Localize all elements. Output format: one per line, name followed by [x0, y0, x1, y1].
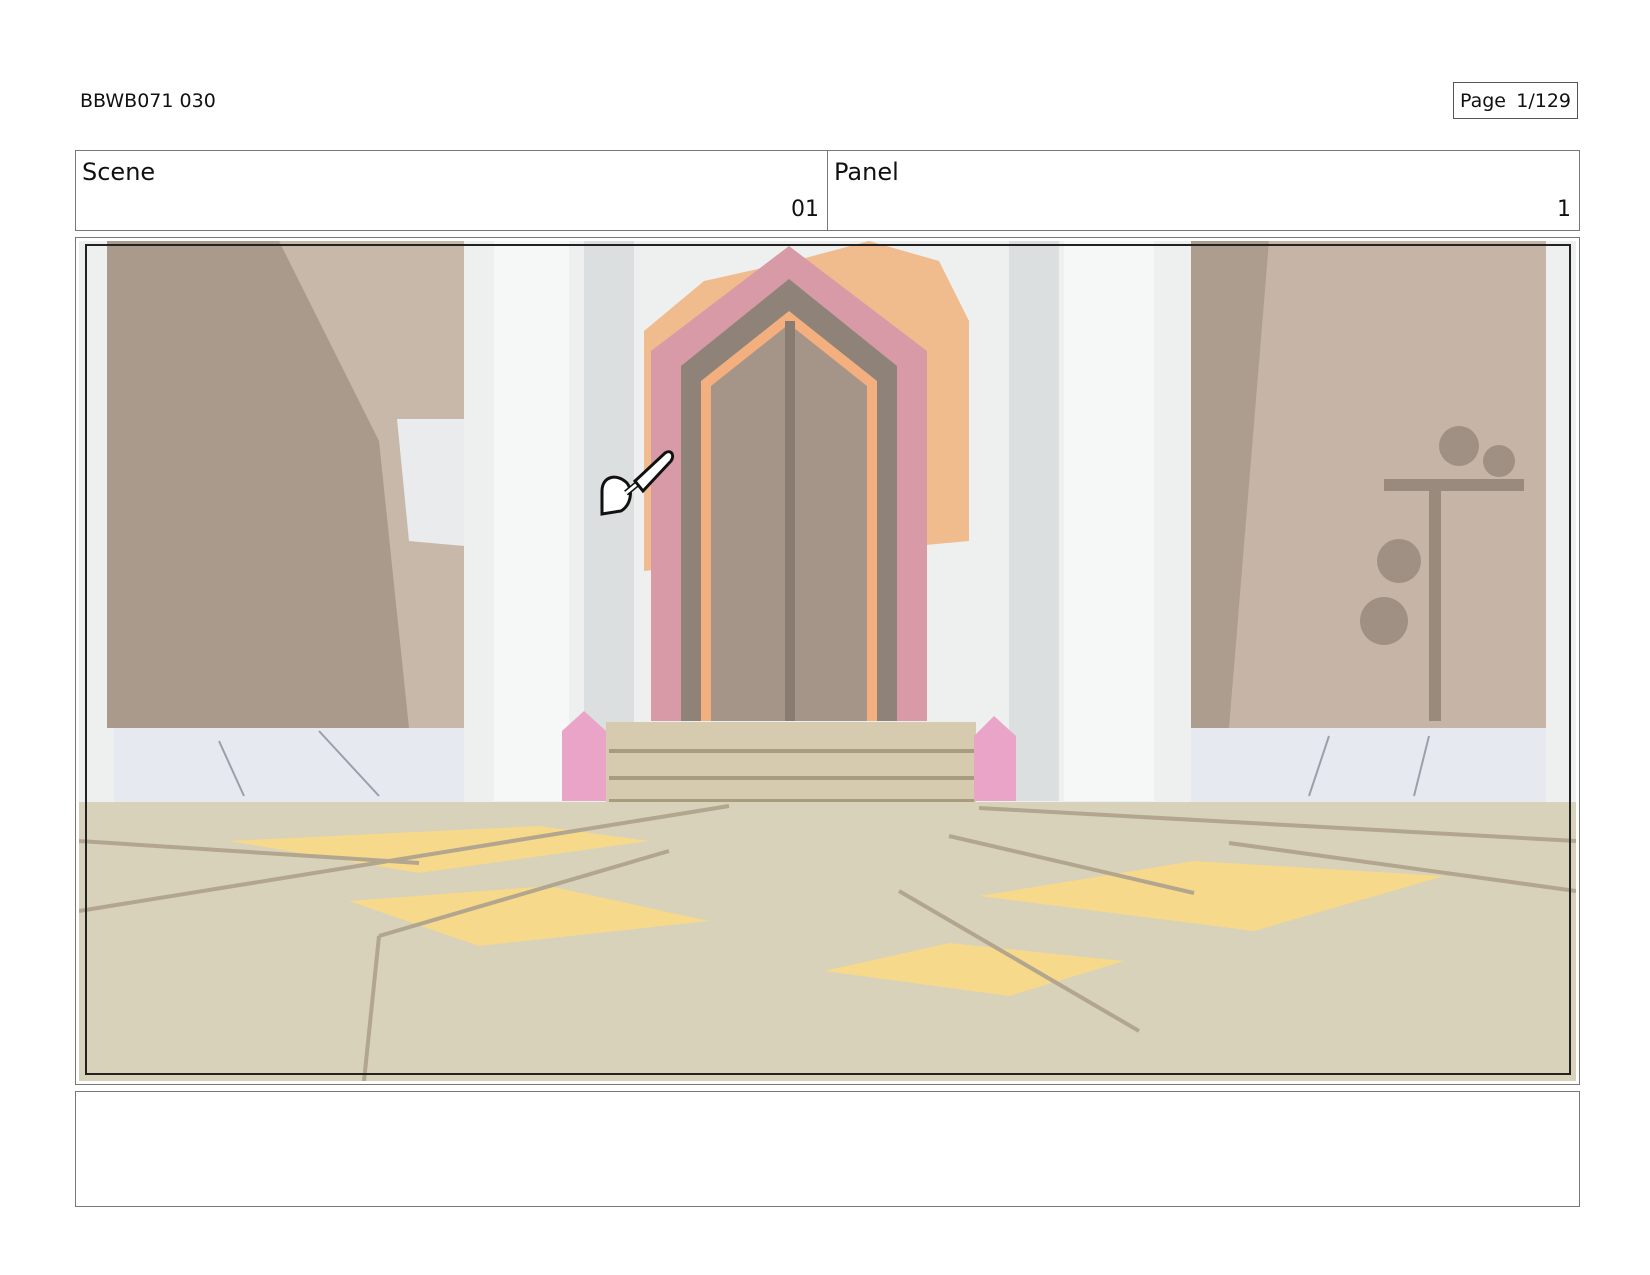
document-id: BBWB071 030 — [80, 90, 216, 112]
panel-number: 1 — [1557, 197, 1571, 222]
storyboard-artwork — [79, 241, 1576, 1081]
scene-cell: Scene 01 — [76, 151, 827, 230]
panel-cell: Panel 1 — [827, 151, 1579, 230]
scene-number: 01 — [791, 197, 819, 222]
page-indicator: Page 1/129 — [1453, 82, 1578, 119]
page-number: 1/129 — [1516, 89, 1571, 112]
page-label: Page — [1460, 89, 1506, 112]
scene-panel-header: Scene 01 Panel 1 — [75, 150, 1580, 231]
scene-label: Scene — [82, 158, 156, 186]
panel-notes[interactable] — [75, 1091, 1580, 1207]
storyboard-image-frame — [75, 237, 1580, 1085]
panel-label: Panel — [834, 158, 899, 186]
